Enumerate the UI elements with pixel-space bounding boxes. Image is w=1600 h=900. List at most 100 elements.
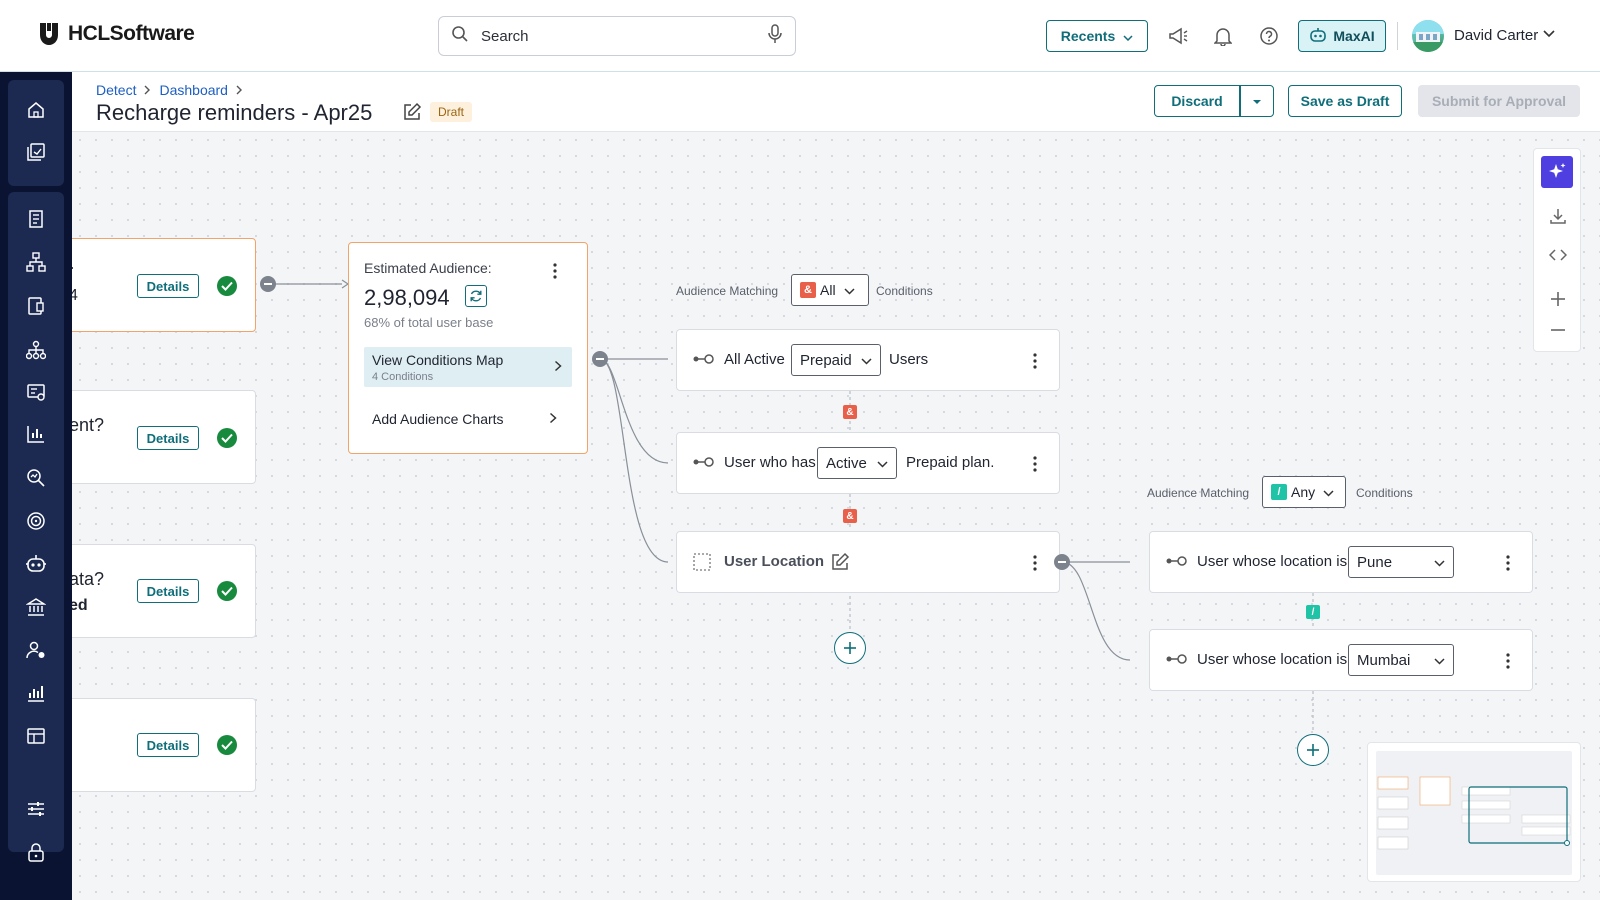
- minimap[interactable]: [1367, 742, 1581, 882]
- check-icon: [217, 735, 237, 755]
- condition-card[interactable]: User whose location is Pune: [1149, 531, 1533, 593]
- check-icon: [217, 428, 237, 448]
- portfolio-icon[interactable]: [24, 140, 48, 164]
- location-select[interactable]: Pune: [1348, 546, 1454, 578]
- chevron-down-icon: [1323, 484, 1334, 500]
- bot-icon[interactable]: [24, 552, 48, 576]
- chevron-down-icon: [1123, 28, 1133, 44]
- matching-operator-select[interactable]: & All: [791, 274, 869, 306]
- canvas-toolbar: [1533, 148, 1581, 352]
- breadcrumb-dashboard[interactable]: Dashboard: [159, 82, 228, 98]
- plan-type-select[interactable]: Prepaid: [791, 344, 881, 376]
- microphone-icon[interactable]: [767, 23, 783, 49]
- caret-down-icon: [1252, 92, 1262, 110]
- refresh-icon[interactable]: [465, 285, 487, 307]
- add-condition-button[interactable]: [1297, 734, 1329, 766]
- condition-suffix: Prepaid plan.: [906, 454, 995, 471]
- sliders-icon[interactable]: [24, 797, 48, 821]
- flow-canvas[interactable]: · 4 Details ent? Details ata? ed Details…: [72, 132, 1600, 900]
- condition-group-card[interactable]: User Location: [676, 531, 1060, 593]
- estimate-value: 2,98,094: [364, 285, 450, 310]
- sidebar-group-top: [8, 80, 64, 186]
- step-text: ·: [72, 257, 75, 278]
- matching-operator-select[interactable]: / Any: [1262, 476, 1346, 508]
- user-name[interactable]: David Carter: [1454, 27, 1538, 44]
- journey-step-card[interactable]: ata? ed Details: [72, 544, 256, 638]
- chevron-down-icon[interactable]: [1542, 26, 1556, 44]
- details-button[interactable]: Details: [137, 274, 199, 298]
- breadcrumb: Detect Dashboard: [96, 82, 243, 98]
- submit-approval-button[interactable]: Submit for Approval: [1418, 85, 1580, 117]
- help-icon[interactable]: [1257, 24, 1281, 48]
- code-icon[interactable]: [1546, 243, 1570, 267]
- page-header: Detect Dashboard Recharge reminders - Ap…: [72, 72, 1600, 132]
- location-select[interactable]: Mumbai: [1348, 644, 1454, 676]
- search-placeholder: Search: [481, 27, 529, 45]
- more-options-icon[interactable]: [1025, 351, 1045, 371]
- more-options-icon[interactable]: [1498, 651, 1518, 671]
- details-button[interactable]: Details: [137, 579, 199, 603]
- bell-icon[interactable]: [1211, 24, 1235, 48]
- add-condition-button[interactable]: [834, 632, 866, 664]
- journey-step-card[interactable]: · 4 Details: [72, 238, 256, 332]
- breadcrumb-detect[interactable]: Detect: [96, 82, 136, 98]
- operator-value: Any: [1291, 484, 1316, 500]
- check-icon: [217, 581, 237, 601]
- more-options-icon[interactable]: [545, 261, 565, 281]
- edit-icon[interactable]: [830, 552, 850, 577]
- more-options-icon[interactable]: [1498, 553, 1518, 573]
- select-value: Pune: [1357, 553, 1393, 571]
- megaphone-icon[interactable]: [1166, 24, 1190, 48]
- analytics-icon[interactable]: [24, 380, 48, 404]
- chevron-right-icon: [554, 359, 562, 377]
- journey-step-card[interactable]: ent? Details: [72, 390, 256, 484]
- condition-card[interactable]: User whose location is Mumbai: [1149, 629, 1533, 691]
- target-icon[interactable]: [24, 509, 48, 533]
- zoom-out-icon[interactable]: [1546, 318, 1570, 342]
- rules-icon[interactable]: [24, 207, 48, 231]
- edit-icon[interactable]: [402, 102, 422, 127]
- bar-chart-icon[interactable]: [24, 422, 48, 446]
- condition-card[interactable]: All Active Prepaid Users: [676, 329, 1060, 391]
- maxai-button[interactable]: MaxAI: [1298, 20, 1386, 52]
- add-audience-charts-button[interactable]: Add Audience Charts: [372, 411, 504, 427]
- minimap-preview: [1376, 751, 1572, 875]
- search-icon: [451, 25, 469, 48]
- home-icon[interactable]: [24, 98, 48, 122]
- discard-dropdown-button[interactable]: [1240, 85, 1274, 117]
- hierarchy-icon[interactable]: [24, 250, 48, 274]
- reports-icon[interactable]: [24, 294, 48, 318]
- brand-logo[interactable]: HCLSoftware: [38, 22, 195, 46]
- table-icon[interactable]: [24, 724, 48, 748]
- robot-icon: [1309, 27, 1327, 46]
- details-button[interactable]: Details: [137, 733, 199, 757]
- condition-card[interactable]: User who has Active Prepaid plan.: [676, 432, 1060, 494]
- journey-step-card[interactable]: Details: [72, 698, 256, 792]
- recents-button[interactable]: Recents: [1046, 20, 1148, 52]
- collapse-node-button[interactable]: [1054, 554, 1070, 570]
- user-settings-icon[interactable]: [24, 638, 48, 662]
- org-chart-icon[interactable]: [24, 338, 48, 362]
- condition-prefix: User whose location is: [1197, 651, 1348, 668]
- more-options-icon[interactable]: [1025, 454, 1045, 474]
- chevron-right-icon[interactable]: [549, 411, 557, 429]
- details-button[interactable]: Details: [137, 426, 199, 450]
- ai-sparkle-button[interactable]: [1541, 156, 1573, 188]
- lock-icon[interactable]: [24, 840, 48, 864]
- discard-button[interactable]: Discard: [1154, 85, 1240, 117]
- avatar[interactable]: [1412, 20, 1444, 52]
- collapse-node-button[interactable]: [592, 351, 608, 367]
- condition-link-icon: [693, 455, 715, 474]
- zoom-in-icon[interactable]: [1546, 287, 1570, 311]
- collapse-node-button[interactable]: [260, 276, 276, 292]
- more-options-icon[interactable]: [1025, 553, 1045, 573]
- audience-matching-label: Audience Matching: [676, 284, 779, 298]
- stats-icon[interactable]: [24, 681, 48, 705]
- view-conditions-map-button[interactable]: View Conditions Map 4 Conditions: [364, 347, 572, 387]
- save-draft-button[interactable]: Save as Draft: [1288, 85, 1402, 117]
- plan-status-select[interactable]: Active: [817, 447, 897, 479]
- search-input[interactable]: Search: [438, 16, 796, 56]
- search-insights-icon[interactable]: [24, 466, 48, 490]
- download-icon[interactable]: [1546, 204, 1570, 228]
- bank-icon[interactable]: [24, 595, 48, 619]
